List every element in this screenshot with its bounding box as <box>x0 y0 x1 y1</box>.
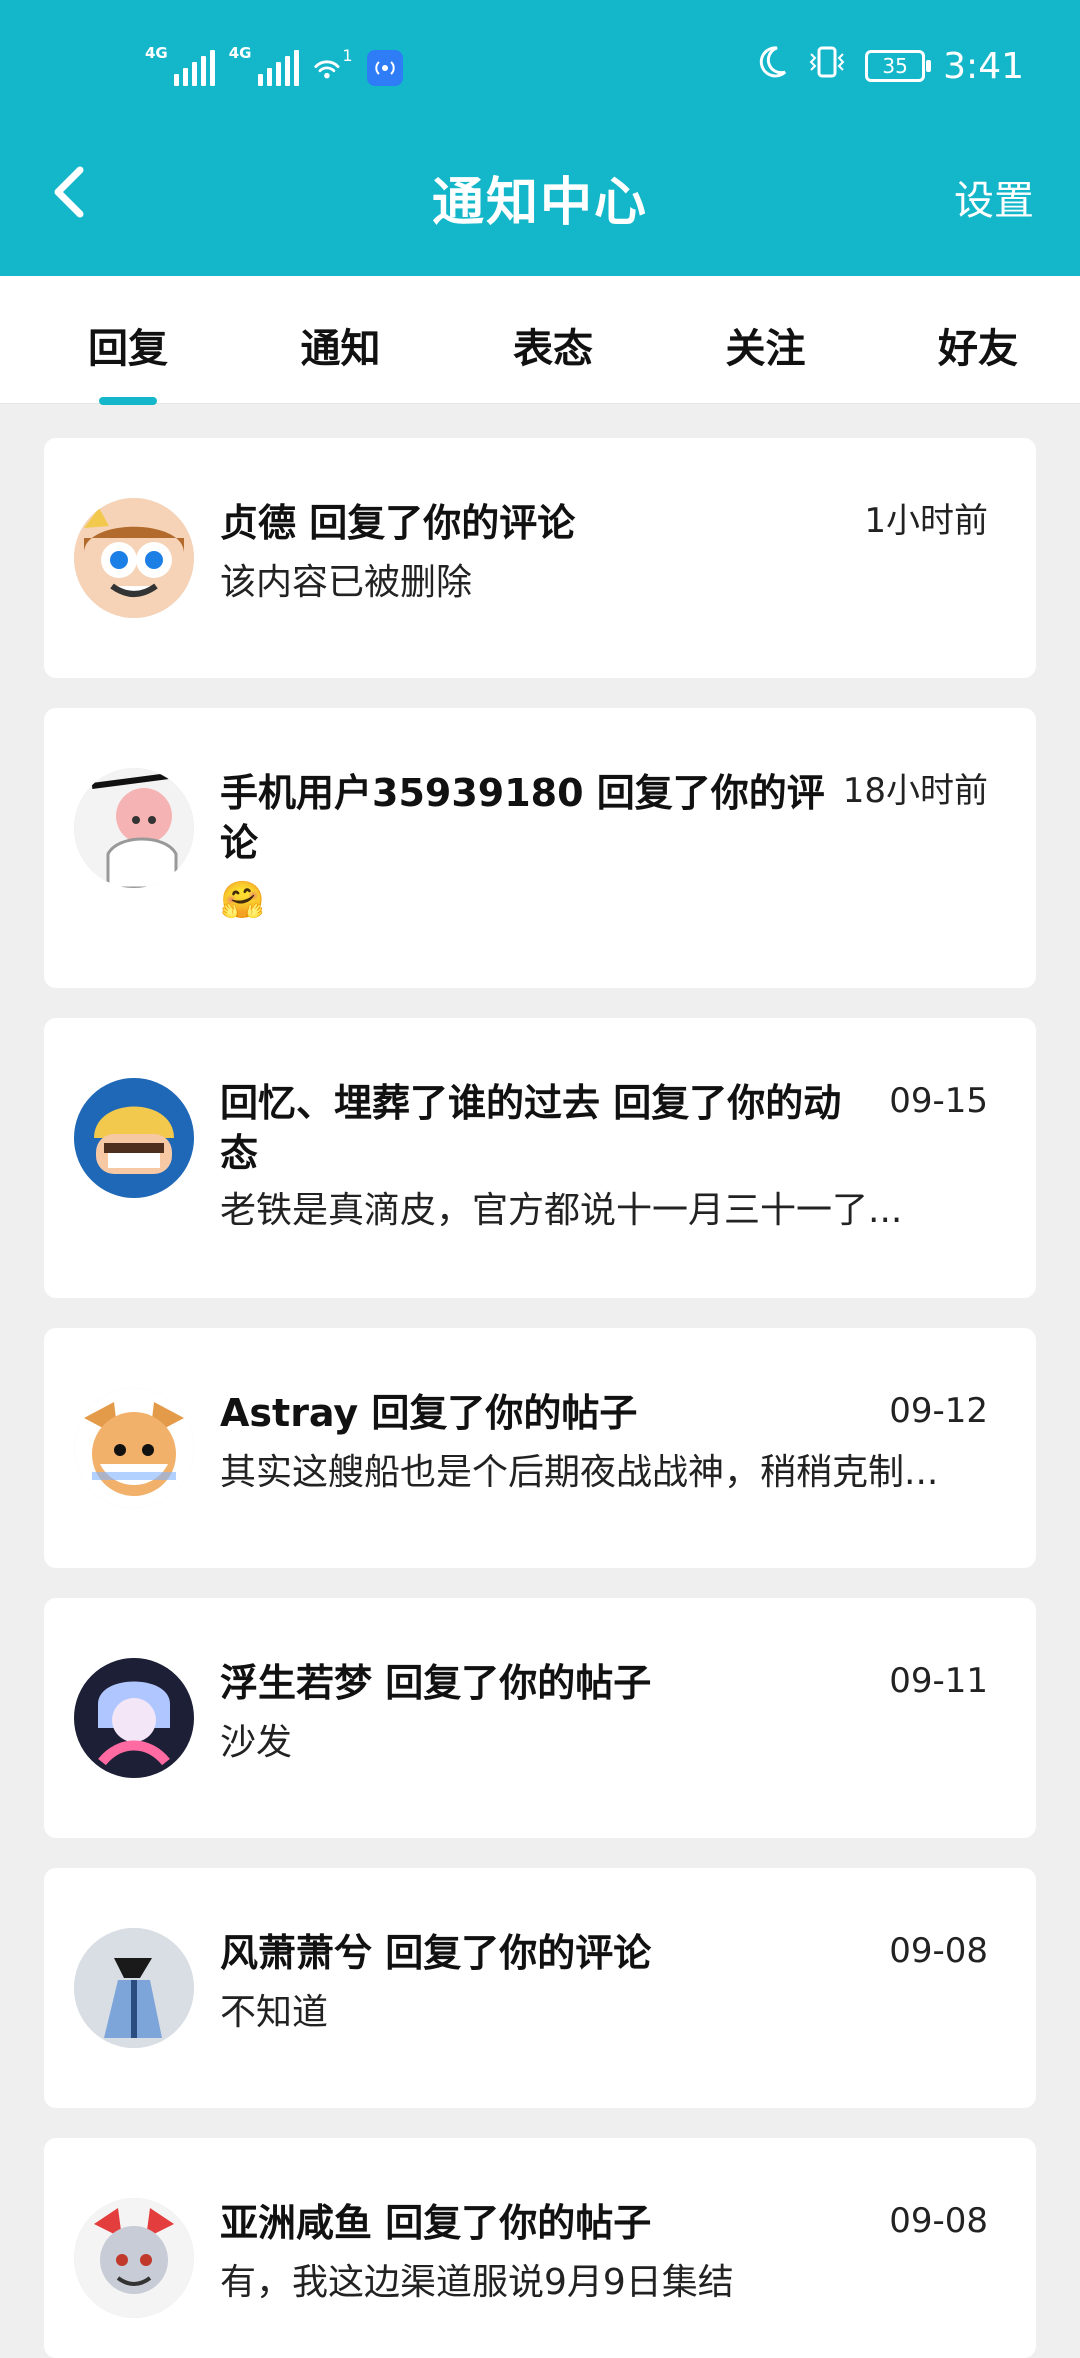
item-time: 09-08 <box>889 1931 988 1971</box>
item-time: 18小时前 <box>842 771 988 811</box>
anime-girl-avatar[interactable] <box>74 768 194 888</box>
notification-item[interactable]: 亚洲咸鱼 回复了你的帖子 09-08 有，我这边渠道服说9月9日集结 <box>44 2138 1036 2358</box>
item-user-line: Astray 回复了你的帖子 <box>220 1391 638 1435</box>
signal-icon-2: 4G <box>229 46 299 86</box>
tab-friends[interactable]: 好友 <box>918 276 1038 403</box>
notification-item[interactable]: 回忆、埋葬了谁的过去 回复了你的动态 09-15 老铁是真滴皮，官方都说十一月三… <box>44 1018 1036 1298</box>
network-type-2: 4G <box>228 44 252 62</box>
item-content: 不知道 <box>220 1992 329 2033</box>
signal-icon: 4G <box>145 46 215 86</box>
tab-follows[interactable]: 关注 <box>706 276 826 403</box>
network-type-1: 4G <box>145 44 168 62</box>
fox-mask-avatar[interactable] <box>74 2198 194 2318</box>
item-user-line: 亚洲咸鱼 回复了你的帖子 <box>220 2201 652 2245</box>
tab-notifications[interactable]: 通知 <box>281 276 401 403</box>
item-time: 09-15 <box>889 1081 988 1121</box>
item-content-emoji: 🤗 <box>220 880 265 921</box>
tab-replies[interactable]: 回复 <box>68 276 188 405</box>
notification-item[interactable]: Astray 回复了你的帖子 09-12 其实这艘船也是个后期夜战战神，稍稍克制… <box>44 1328 1036 1568</box>
item-content: 其实这艘船也是个后期夜战战神，稍稍克制... <box>220 1452 939 1493</box>
top-bar: 4G 4G 1 35 3:41 通知中心 设置 <box>0 0 1080 276</box>
hotspot-icon <box>366 50 403 86</box>
notification-item[interactable]: 浮生若梦 回复了你的帖子 09-11 沙发 <box>44 1598 1036 1838</box>
clock: 3:41 <box>943 45 1024 87</box>
item-user-line: 浮生若梦 回复了你的帖子 <box>220 1661 652 1705</box>
item-user-line: 风萧萧兮 回复了你的评论 <box>220 1931 652 1975</box>
item-content: 有，我这边渠道服说9月9日集结 <box>220 2262 734 2303</box>
item-time: 09-11 <box>889 1661 988 1701</box>
notification-item[interactable]: 风萧萧兮 回复了你的评论 09-08 不知道 <box>44 1868 1036 2108</box>
cartoon-face-avatar[interactable] <box>74 498 194 618</box>
vibrate-icon <box>807 44 847 89</box>
item-content: 沙发 <box>220 1722 293 1763</box>
shiba-dog-avatar[interactable] <box>74 1388 194 1508</box>
item-content: 该内容已被删除 <box>220 562 473 603</box>
item-time: 09-12 <box>889 1391 988 1431</box>
battery-level: 35 <box>882 54 908 78</box>
barbarian-avatar[interactable] <box>74 1078 194 1198</box>
item-time: 09-08 <box>889 2201 988 2241</box>
wifi-icon: 1 <box>313 46 353 86</box>
status-bar-right: 35 3:41 <box>753 44 1024 89</box>
status-bar: 4G 4G 1 35 3:41 <box>0 0 1080 136</box>
item-content: 老铁是真滴皮，官方都说十一月三十一了... <box>220 1190 903 1231</box>
ink-warrior-avatar[interactable] <box>74 1928 194 2048</box>
tab-bar: 回复 通知 表态 关注 好友 <box>0 276 1080 405</box>
moon-icon <box>753 44 789 89</box>
item-user-line: 贞德 回复了你的评论 <box>220 501 576 545</box>
status-bar-left: 4G 4G 1 <box>145 46 403 86</box>
notification-item[interactable]: 手机用户35939180 回复了你的评论 18小时前 🤗 <box>44 708 1036 988</box>
notification-item[interactable]: 贞德 回复了你的评论 1小时前 该内容已被删除 <box>44 438 1036 678</box>
item-time: 1小时前 <box>864 501 988 541</box>
item-user-line: 手机用户35939180 回复了你的评论 <box>220 771 825 865</box>
item-user-line: 回忆、埋葬了谁的过去 回复了你的动态 <box>220 1081 842 1175</box>
page-title: 通知中心 <box>431 173 648 233</box>
app-header: 通知中心 设置 <box>0 136 1080 276</box>
battery-icon: 35 <box>865 50 932 82</box>
tab-reactions[interactable]: 表态 <box>493 276 613 403</box>
settings-button[interactable]: 设置 <box>954 168 1034 226</box>
dark-anime-avatar[interactable] <box>74 1658 194 1778</box>
wifi-badge: 1 <box>342 46 353 65</box>
